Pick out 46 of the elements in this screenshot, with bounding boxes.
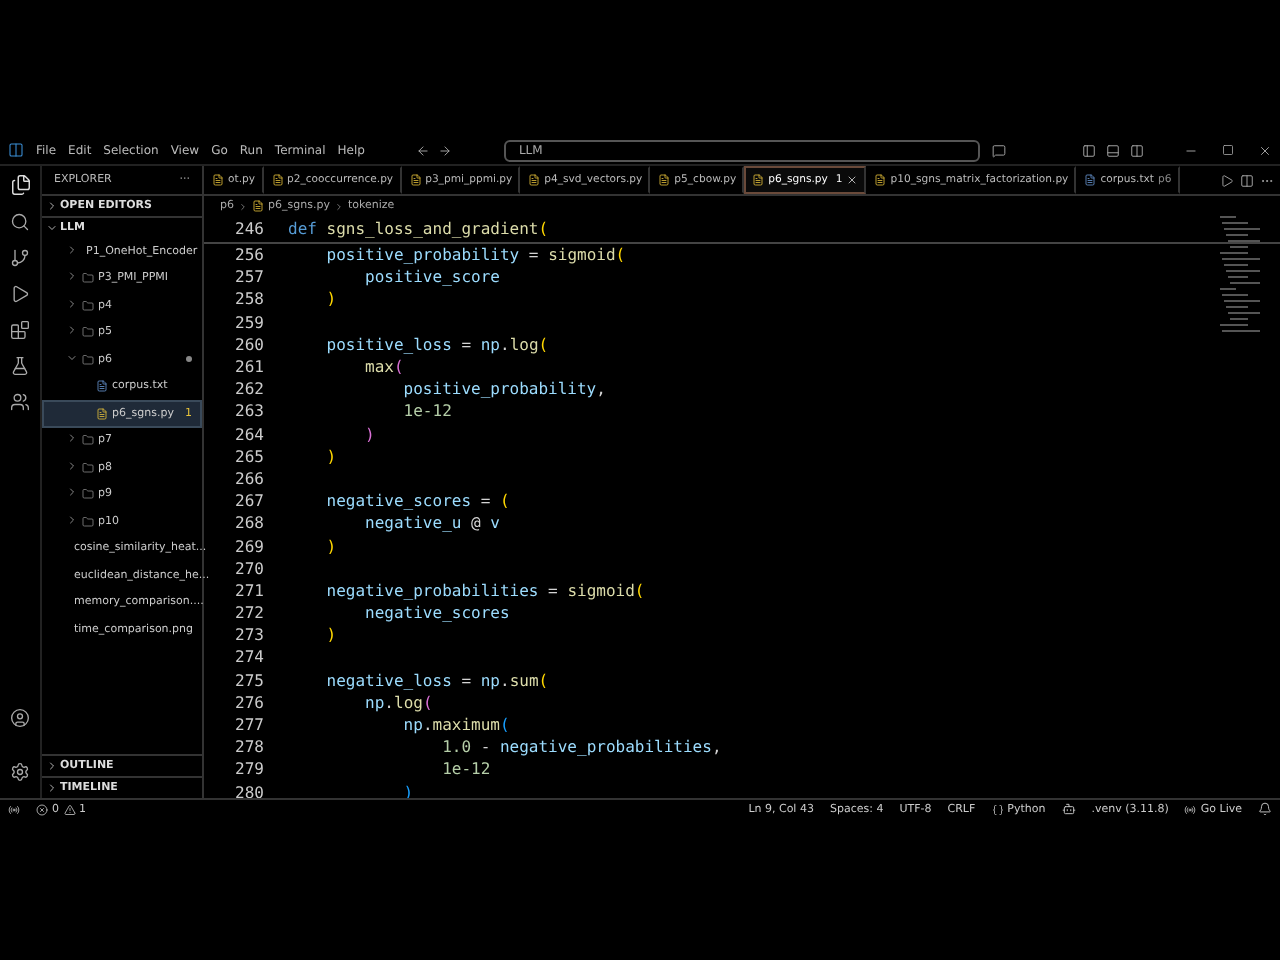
line-number: 246	[233, 220, 264, 238]
line-number: 265	[233, 447, 264, 466]
line-number: 263	[233, 402, 264, 421]
line-number: 264	[233, 425, 264, 444]
line-number: 277	[233, 716, 264, 735]
line-number: 256	[233, 246, 264, 265]
code-line: )	[324, 447, 337, 466]
code-line: positive_score	[363, 268, 500, 287]
code-line: negative_scores = (	[324, 492, 510, 511]
code-line: )	[324, 626, 337, 645]
code-line: max(	[363, 358, 404, 377]
line-number: 262	[233, 380, 264, 399]
line-number: 267	[233, 492, 264, 511]
line-number: 269	[233, 537, 264, 556]
line-number: 257	[233, 268, 264, 287]
code-line: )	[324, 290, 337, 309]
line-number: 272	[233, 604, 264, 623]
code-line: )	[363, 425, 375, 444]
code-line: np.log(	[363, 693, 433, 712]
line-number: 276	[233, 693, 264, 712]
code-line: np.maximum(	[401, 716, 510, 735]
line-number: 271	[233, 581, 264, 600]
line-number: 280	[233, 783, 264, 798]
code-line: negative_u @ v	[363, 514, 500, 533]
line-number: 278	[233, 738, 264, 757]
code-line: negative_probabilities = sigmoid(	[324, 581, 645, 600]
code-line: )	[324, 537, 337, 556]
line-number: 273	[233, 626, 264, 645]
line-number: 268	[233, 514, 264, 533]
code-line: 1e-12	[440, 760, 491, 779]
line-number: 259	[233, 313, 264, 332]
line-number: 258	[233, 290, 264, 309]
line-number: 261	[233, 358, 264, 377]
line-number: 275	[233, 671, 264, 690]
code-line: positive_loss = np.log(	[324, 335, 549, 354]
line-number: 279	[233, 760, 264, 779]
code-line: positive_probability,	[401, 380, 606, 399]
code-line: negative_scores	[363, 604, 510, 623]
code-line: 1e-12	[401, 402, 452, 421]
code-line: 1.0 - negative_probabilities,	[440, 738, 722, 757]
line-number: 260	[233, 335, 264, 354]
code-line: def sgns_loss_and_gradient(	[286, 220, 549, 238]
line-number: 266	[233, 469, 264, 488]
line-number: 274	[233, 648, 264, 667]
code-line: negative_loss = np.sum(	[324, 671, 549, 690]
code-line: positive_probability = sigmoid(	[324, 246, 626, 265]
